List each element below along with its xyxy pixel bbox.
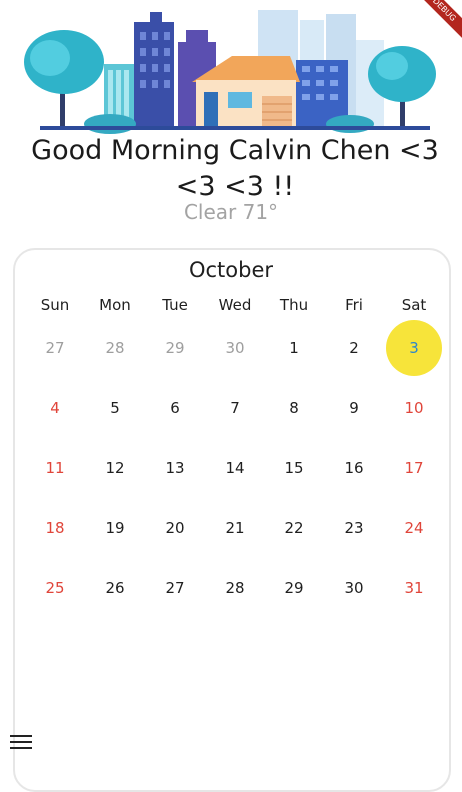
calendar-day[interactable]: 7 — [207, 380, 263, 436]
calendar-day[interactable]: 6 — [147, 380, 203, 436]
calendar-day[interactable]: 28 — [87, 320, 143, 376]
weekday-label-mon: Mon — [99, 296, 131, 314]
calendar-day[interactable]: 11 — [27, 440, 83, 496]
weekday-label-tue: Tue — [162, 296, 188, 314]
weekday-label-wed: Wed — [218, 296, 252, 314]
calendar-day[interactable]: 29 — [147, 320, 203, 376]
city-illustration-icon — [24, 10, 436, 134]
calendar-day[interactable]: 28 — [207, 560, 263, 616]
calendar-day[interactable]: 27 — [147, 560, 203, 616]
calendar-day[interactable]: 2 — [326, 320, 382, 376]
calendar-day[interactable]: 17 — [386, 440, 442, 496]
calendar-day-selected[interactable]: 3 — [386, 320, 442, 376]
calendar-day[interactable]: 1 — [266, 320, 322, 376]
calendar-day[interactable]: 13 — [147, 440, 203, 496]
greeting-title: Good Morning Calvin Chen <3 <3 <3 !! — [31, 135, 439, 202]
debug-banner: DEBUG — [422, 0, 462, 40]
calendar-day[interactable]: 29 — [266, 560, 322, 616]
hamburger-menu-icon[interactable] — [10, 735, 34, 753]
calendar-day[interactable]: 18 — [27, 500, 83, 556]
calendar-day[interactable]: 25 — [27, 560, 83, 616]
calendar-day[interactable]: 27 — [27, 320, 83, 376]
weekday-label-sun: Sun — [40, 296, 70, 314]
calendar-day[interactable]: 5 — [87, 380, 143, 436]
calendar-day[interactable]: 12 — [87, 440, 143, 496]
calendar-day[interactable]: 14 — [207, 440, 263, 496]
calendar-day[interactable]: 30 — [207, 320, 263, 376]
calendar-day[interactable]: 8 — [266, 380, 322, 436]
calendar-day[interactable]: 10 — [386, 380, 442, 436]
weekday-label-sat: Sat — [401, 296, 427, 314]
calendar-day[interactable]: 9 — [326, 380, 382, 436]
weekday-label-thu: Thu — [279, 296, 309, 314]
calendar-day[interactable]: 19 — [87, 500, 143, 556]
calendar-day[interactable]: 24 — [386, 500, 442, 556]
calendar-day[interactable]: 30 — [326, 560, 382, 616]
calendar-day[interactable]: 31 — [386, 560, 442, 616]
calendar-day[interactable]: 21 — [207, 500, 263, 556]
calendar-month-title: October — [188, 258, 274, 282]
calendar-day[interactable]: 16 — [326, 440, 382, 496]
calendar-day[interactable]: 15 — [266, 440, 322, 496]
calendar-day[interactable]: 4 — [27, 380, 83, 436]
calendar-day[interactable]: 26 — [87, 560, 143, 616]
calendar-day[interactable]: 23 — [326, 500, 382, 556]
calendar-day[interactable]: 22 — [266, 500, 322, 556]
weather-summary: Clear 71° — [183, 200, 279, 224]
weekday-label-fri: Fri — [345, 296, 363, 314]
debug-banner-label: DEBUG — [422, 0, 462, 40]
calendar-day[interactable]: 20 — [147, 500, 203, 556]
